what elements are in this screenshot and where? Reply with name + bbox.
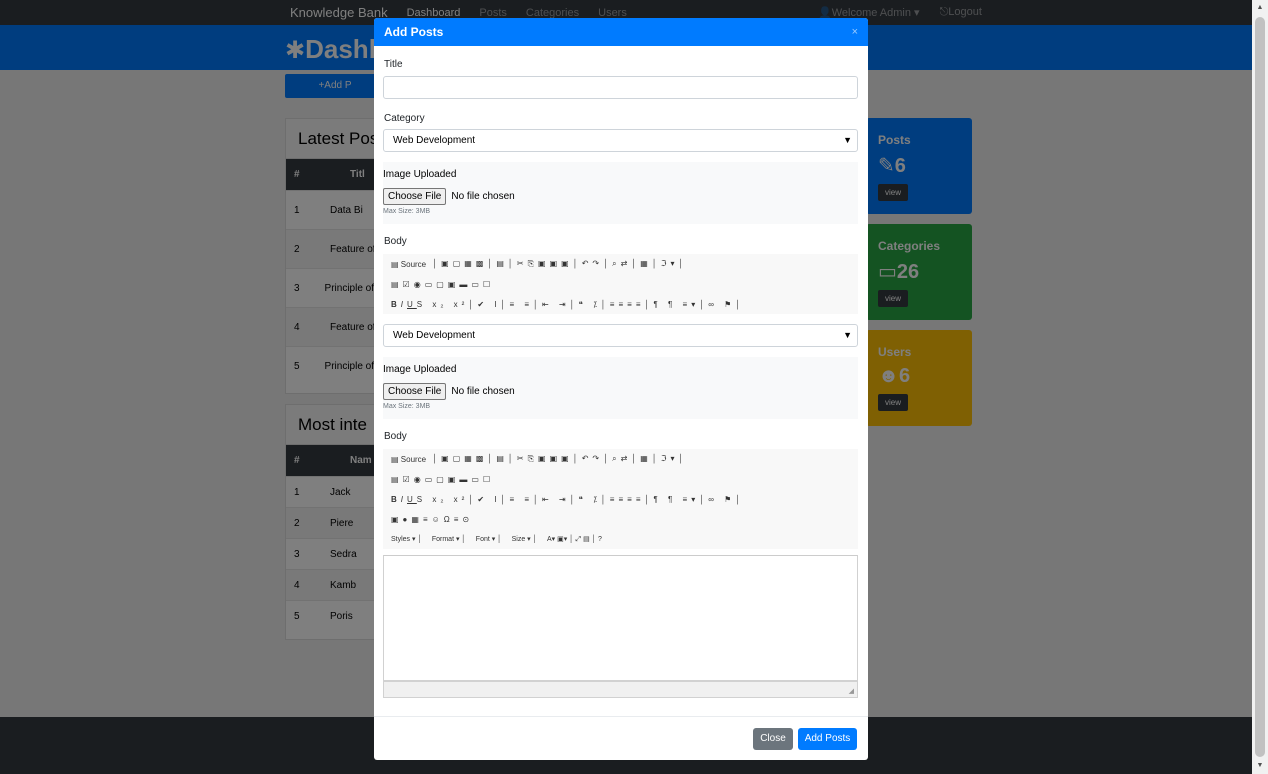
choose-file-button[interactable]: Choose File <box>383 383 447 400</box>
toolbar-icons-row1[interactable]: │▣▢▦▩│▤│✂⎘▣▣▣│↶↷│⌕⇄│▦│ℑ▾│ <box>432 454 687 464</box>
scrollbar-thumb[interactable] <box>1255 17 1265 757</box>
modal-header: Add Posts × <box>374 18 868 46</box>
styles-dropdown[interactable]: Styles ▾ │ <box>391 535 422 543</box>
toolbar-icons-row2[interactable]: ▤☑◉▭▢▣▬▭☐ <box>383 274 858 294</box>
font-dropdown[interactable]: Font ▾ │ <box>476 535 502 543</box>
color-buttons[interactable]: A▾ ▣▾ │ ⤢ ▤ │ ? <box>547 535 602 544</box>
modal-footer: Close Add Posts <box>374 716 868 760</box>
category-select-duplicate[interactable]: Web Development ▼ <box>383 324 858 347</box>
toolbar-icons-row1[interactable]: │▣▢▦▩│▤│✂⎘▣▣▣│↶↷│⌕⇄│▦│ℑ▾│ <box>432 259 687 269</box>
editor-status-bar: ◢ <box>383 681 858 698</box>
body-label: Body <box>384 236 407 247</box>
image-upload-label: Image Uploaded <box>383 169 457 180</box>
body-label-duplicate: Body <box>384 431 407 442</box>
source-button[interactable]: ▤ Source <box>391 260 426 269</box>
image-upload-section: Image Uploaded Choose File No file chose… <box>383 162 858 224</box>
max-size-note: Max Size: 3MB <box>383 208 431 215</box>
add-posts-button[interactable]: Add Posts <box>798 728 857 750</box>
file-status: No file chosen <box>451 386 515 397</box>
modal-title: Add Posts <box>384 25 444 39</box>
editor-toolbar: ▤ Source │▣▢▦▩│▤│✂⎘▣▣▣│↶↷│⌕⇄│▦│ℑ▾│ ▤☑◉▭▢… <box>383 254 858 314</box>
source-button[interactable]: ▤ Source <box>391 455 426 464</box>
add-posts-modal: Add Posts × Title Category Web Developme… <box>374 18 868 760</box>
title-input[interactable] <box>383 76 858 99</box>
editor-toolbar-full: ▤ Source │▣▢▦▩│▤│✂⎘▣▣▣│↶↷│⌕⇄│▦│ℑ▾│ ▤☑◉▭▢… <box>383 449 858 549</box>
image-upload-section-duplicate: Image Uploaded Choose File No file chose… <box>383 357 858 419</box>
file-status: No file chosen <box>451 191 515 202</box>
toolbar-icons-row2[interactable]: ▤☑◉▭▢▣▬▭☐ <box>383 469 858 489</box>
modal-close-icon[interactable]: × <box>852 26 858 38</box>
scroll-up-arrow-icon[interactable]: ▲ <box>1255 2 1265 14</box>
image-upload-label: Image Uploaded <box>383 364 457 375</box>
max-size-note: Max Size: 3MB <box>383 403 431 410</box>
choose-file-button[interactable]: Choose File <box>383 188 447 205</box>
chevron-down-icon: ▼ <box>843 330 852 340</box>
resize-grip-icon[interactable]: ◢ <box>849 687 854 695</box>
toolbar-icons-row4[interactable]: ▣●▦≡☺Ω≡⊙ <box>383 509 858 529</box>
category-select[interactable]: Web Development ▼ <box>383 129 858 152</box>
chevron-down-icon: ▼ <box>843 135 852 145</box>
category-label: Category <box>384 113 425 124</box>
format-dropdown[interactable]: Format ▾ │ <box>432 535 466 543</box>
title-label: Title <box>384 59 403 70</box>
size-dropdown[interactable]: Size ▾ │ <box>512 535 537 543</box>
scroll-down-arrow-icon[interactable]: ▼ <box>1255 760 1265 772</box>
toolbar-icons-row3[interactable]: BIUS x₂ x²│✔ I│≡ ≡│⇤ ⇥│❝ ⁒│≡≡≡≡│¶ ¶ ≡▾│∞… <box>383 489 858 509</box>
close-button[interactable]: Close <box>753 728 793 750</box>
toolbar-icons-row3[interactable]: BIUS x₂ x²│✔ I│≡ ≡│⇤ ⇥│❝ ⁒│≡≡≡≡│¶ ¶ ≡▾│∞… <box>383 294 858 314</box>
body-editor-area[interactable] <box>383 555 858 681</box>
